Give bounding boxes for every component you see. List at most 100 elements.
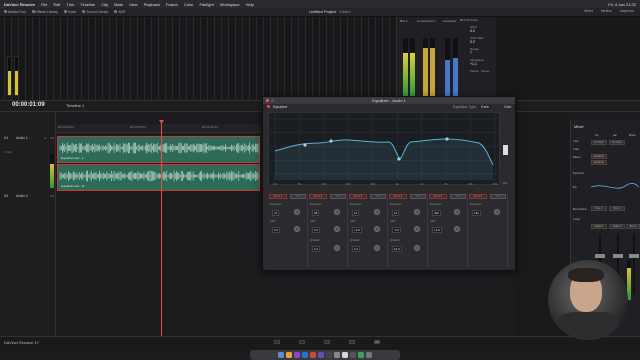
a2-fader[interactable] — [613, 254, 623, 258]
freq-value[interactable]: 47 — [272, 210, 280, 216]
gain-value[interactable]: 0.0 — [272, 227, 281, 233]
close-button[interactable] — [266, 99, 269, 102]
menu-trim[interactable]: Trim — [66, 2, 74, 7]
band-shape-select[interactable]: ⌒ — [370, 194, 386, 199]
gain-value[interactable]: -6.6 — [392, 227, 402, 233]
eq-graph[interactable]: 20 50 100 200 500 1k 2k 5k 10k 20k — [268, 112, 501, 186]
a1-effect-slot[interactable]: Equalizer — [591, 154, 607, 159]
menu-view[interactable]: View — [129, 2, 138, 7]
gain-knob[interactable] — [334, 226, 340, 232]
eq-band-handle[interactable] — [445, 137, 449, 141]
a1-effect-slot-2[interactable]: Equalizer — [591, 160, 607, 165]
audio-clip-right[interactable]: Equalizer.wav - R — [57, 164, 260, 191]
gain-value[interactable]: +3.6 — [352, 227, 362, 233]
freq-value[interactable]: 1k — [352, 210, 360, 216]
a1-fader[interactable] — [595, 254, 605, 258]
freq-knob[interactable] — [414, 209, 420, 215]
menu-color[interactable]: Color — [184, 2, 194, 7]
playhead[interactable] — [161, 120, 162, 336]
menu-fusion[interactable]: Fusion — [166, 2, 178, 7]
page-cut-button[interactable] — [299, 340, 305, 344]
band-toggle[interactable]: Band 1 — [269, 194, 287, 199]
band-toggle[interactable]: Band 5 — [429, 194, 447, 199]
gain-slider[interactable] — [503, 145, 508, 155]
band-shape-select[interactable]: ⌒ — [290, 194, 306, 199]
page-fusion-button[interactable] — [349, 340, 355, 344]
a2-name[interactable]: Audio 2 — [609, 224, 625, 229]
resolve-icon[interactable] — [342, 352, 348, 358]
menu-playback[interactable]: Playback — [144, 2, 160, 7]
mixer-toggle[interactable]: Mixer — [584, 9, 593, 13]
page-media-button[interactable] — [274, 340, 280, 344]
page-fairlight-button[interactable] — [374, 340, 380, 344]
facetime-icon[interactable] — [358, 352, 364, 358]
bus1-name[interactable]: Bus 1 — [626, 224, 640, 229]
index-button[interactable]: Index — [63, 10, 76, 14]
inspector-toggle[interactable]: Inspector — [620, 9, 634, 13]
minimize-button[interactable] — [271, 99, 274, 102]
timeline-ruler[interactable]: 00:00:00:00 00:00:05:00 00:00:10:00 — [56, 124, 261, 133]
a1-name[interactable]: Audio 1 — [591, 224, 607, 229]
loudness-standard[interactable]: BS.1770-1 (LU) — [460, 19, 477, 22]
gain-value[interactable]: 0.0 — [312, 227, 321, 233]
band-toggle[interactable]: Band 2 — [309, 194, 327, 199]
menu-edit[interactable]: Edit — [54, 2, 61, 7]
freq-value[interactable]: 58 — [312, 210, 320, 216]
photoshop-icon[interactable] — [302, 352, 308, 358]
eq-band-handle[interactable] — [303, 143, 307, 147]
gain-knob[interactable] — [374, 226, 380, 232]
freq-knob[interactable] — [294, 209, 300, 215]
page-edit-button[interactable] — [324, 340, 330, 344]
freq-value[interactable]: 13k — [472, 210, 481, 216]
menu-fairlight[interactable]: Fairlight — [199, 2, 213, 7]
gain-knob[interactable] — [454, 226, 460, 232]
a1-input[interactable]: No Input — [591, 140, 607, 145]
a2-input[interactable]: No Input — [609, 140, 625, 145]
q-value[interactable]: 3.4 — [312, 246, 321, 252]
track-a2-name[interactable]: Audio 2 — [16, 194, 28, 198]
q-value[interactable]: 3.4 — [352, 246, 361, 252]
freq-knob[interactable] — [494, 209, 500, 215]
menu-workspace[interactable]: Workspace — [220, 2, 240, 7]
freq-value[interactable]: 1k — [392, 210, 400, 216]
band-toggle[interactable]: Band 4 — [389, 194, 407, 199]
menu-mark[interactable]: Mark — [114, 2, 123, 7]
after-effects-icon[interactable] — [318, 352, 324, 358]
app-icon[interactable] — [286, 352, 292, 358]
freq-knob[interactable] — [334, 209, 340, 215]
a2-bus-output[interactable]: Bus 1 — [609, 206, 625, 211]
meters-toggle[interactable]: Meters — [601, 9, 612, 13]
freq-knob[interactable] — [374, 209, 380, 215]
reset-button[interactable]: Reset — [482, 69, 490, 73]
band-shape-select[interactable]: ⌒ — [490, 194, 506, 199]
a1-bus-output[interactable]: Bus 1 — [591, 206, 607, 211]
audio-clip-left[interactable]: Equalizer.wav - L — [57, 136, 260, 163]
effects-library-button[interactable]: Effects Library — [31, 10, 58, 14]
q-knob[interactable] — [334, 245, 340, 251]
plugin-bypass-icon[interactable] — [267, 105, 270, 108]
band-shape-select[interactable]: ⌒ — [450, 194, 466, 199]
menu-file[interactable]: File — [41, 2, 47, 7]
track-a1-name[interactable]: Audio 1 — [16, 136, 28, 140]
pause-button[interactable]: Pause — [470, 69, 479, 73]
menu-help[interactable]: Help — [246, 2, 254, 7]
freq-value[interactable]: 4k6 — [432, 210, 441, 216]
eq-curve[interactable]: 20 50 100 200 500 1k 2k 5k 10k 20k — [269, 113, 501, 186]
trash-icon[interactable] — [366, 352, 372, 358]
media-pool-button[interactable]: Media Pool — [4, 10, 26, 14]
menu-timeline[interactable]: Timeline — [80, 2, 95, 7]
premiere-icon[interactable] — [294, 352, 300, 358]
illustrator-icon[interactable] — [310, 352, 316, 358]
finalcut-icon[interactable] — [326, 352, 332, 358]
timeline-name[interactable]: Timeline 1 — [66, 103, 84, 108]
q-knob[interactable] — [414, 245, 420, 251]
track-a1-fx[interactable]: fx — [44, 136, 46, 140]
band-toggle[interactable]: Band 6 — [469, 194, 487, 199]
finder-icon[interactable] — [278, 352, 284, 358]
band-shape-select[interactable]: ⌒ — [410, 194, 426, 199]
sound-library-button[interactable]: Sound Library — [82, 10, 108, 14]
band-shape-select[interactable]: ⌒ — [330, 194, 346, 199]
gain-knob[interactable] — [414, 226, 420, 232]
freq-knob[interactable] — [454, 209, 460, 215]
band-toggle[interactable]: Band 3 — [349, 194, 367, 199]
